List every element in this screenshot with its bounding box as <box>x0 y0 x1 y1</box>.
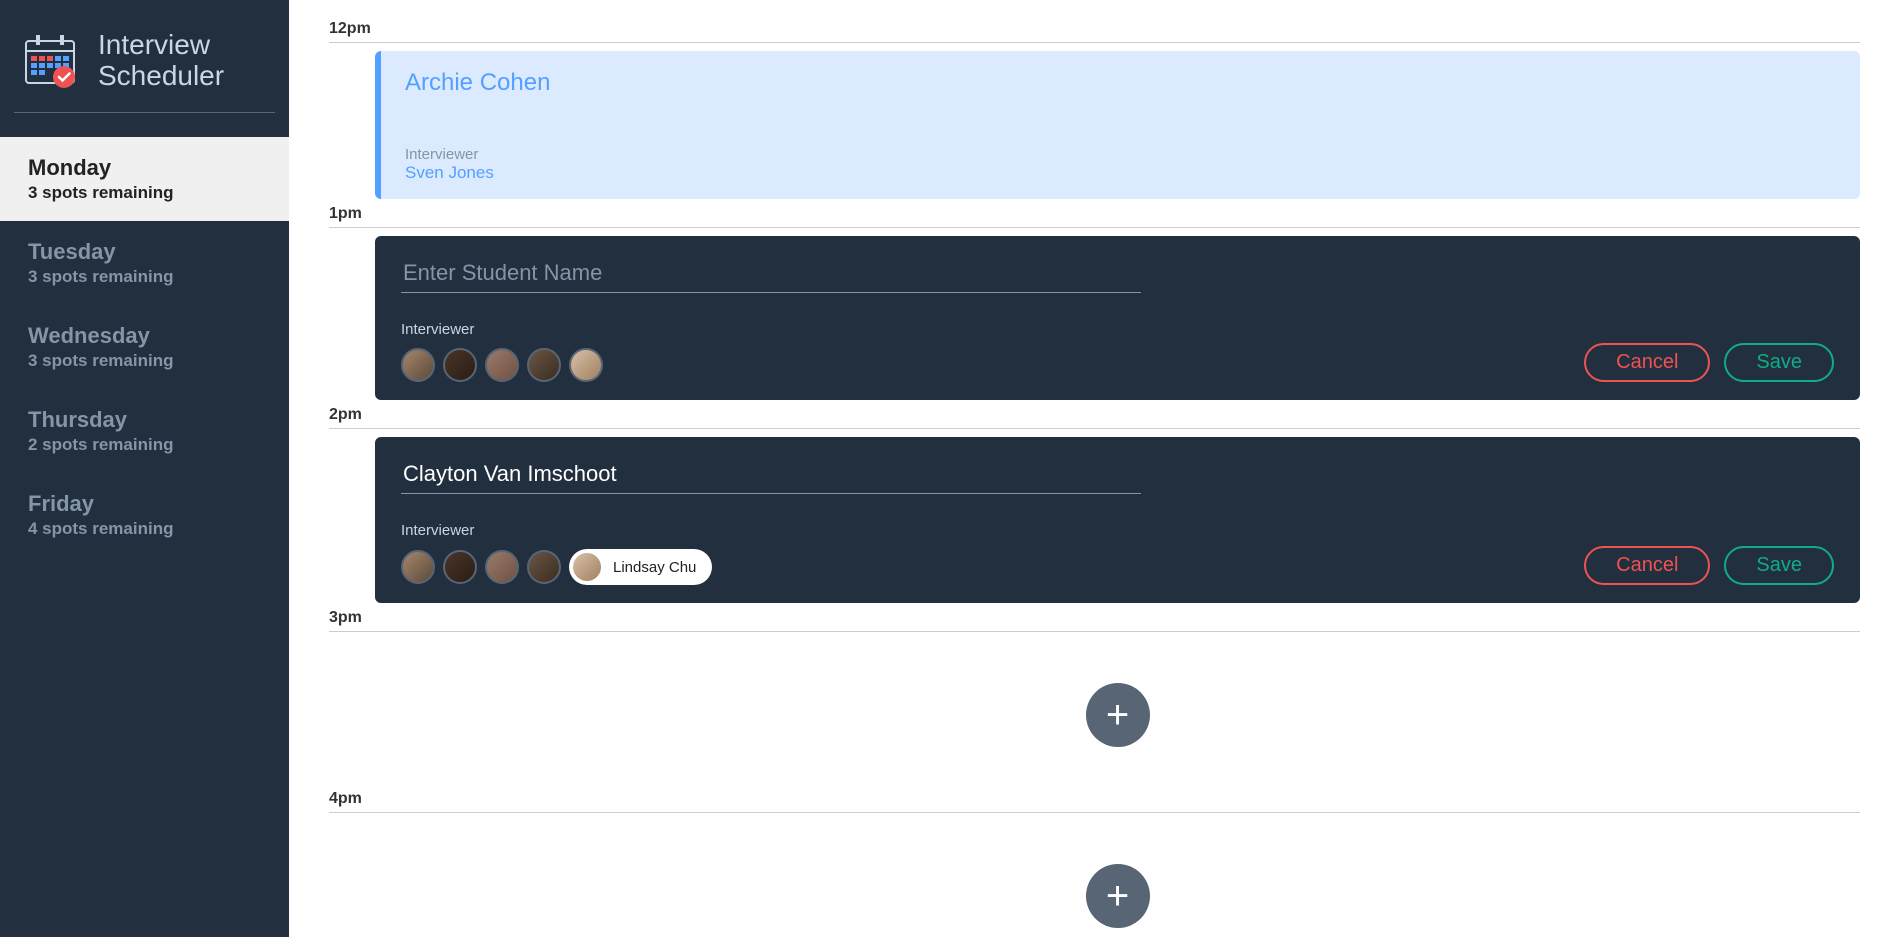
student-name-input[interactable] <box>401 256 1141 293</box>
slot-separator <box>329 428 1860 429</box>
day-item-monday[interactable]: Monday 3 spots remaining <box>0 137 289 221</box>
time-label: 4pm <box>329 790 1860 808</box>
appointment-card-form: Interviewer Lindsay Chu Cancel Save <box>375 437 1860 603</box>
student-name-input[interactable] <box>401 457 1141 494</box>
appointment-card-show[interactable]: Archie Cohen Interviewer Sven Jones <box>375 51 1860 199</box>
plus-icon: + <box>1106 693 1129 738</box>
day-item-thursday[interactable]: Thursday 2 spots remaining <box>0 389 289 473</box>
appointment-card-form: Interviewer Cancel Save <box>375 236 1860 400</box>
sidebar-header: Interview Scheduler <box>0 0 289 112</box>
slot-separator <box>329 227 1860 228</box>
cancel-button[interactable]: Cancel <box>1584 546 1710 585</box>
app-title: Interview Scheduler <box>98 30 224 92</box>
interviewer-avatar[interactable] <box>527 348 561 382</box>
day-list: Monday 3 spots remaining Tuesday 3 spots… <box>0 137 289 557</box>
student-name: Archie Cohen <box>405 69 1836 97</box>
slot-separator <box>329 812 1860 813</box>
interviewer-name: Sven Jones <box>405 163 1836 183</box>
interviewer-list <box>401 348 1141 382</box>
day-item-tuesday[interactable]: Tuesday 3 spots remaining <box>0 221 289 305</box>
slot-separator <box>329 42 1860 43</box>
day-spots: 3 spots remaining <box>28 351 261 371</box>
day-spots: 3 spots remaining <box>28 183 261 203</box>
schedule: 12pm Archie Cohen Interviewer Sven Jones… <box>289 0 1900 937</box>
calendar-check-icon <box>20 31 80 91</box>
day-spots: 3 spots remaining <box>28 267 261 287</box>
day-name: Wednesday <box>28 323 261 349</box>
interviewer-label: Interviewer <box>401 522 1141 539</box>
interviewer-avatar[interactable] <box>485 348 519 382</box>
day-name: Monday <box>28 155 261 181</box>
app-title-line1: Interview <box>98 30 224 61</box>
time-label: 2pm <box>329 406 1860 424</box>
time-label: 3pm <box>329 609 1860 627</box>
plus-icon: + <box>1106 874 1129 919</box>
day-name: Tuesday <box>28 239 261 265</box>
interviewer-label: Interviewer <box>401 321 1141 338</box>
app-title-line2: Scheduler <box>98 61 224 92</box>
day-item-friday[interactable]: Friday 4 spots remaining <box>0 473 289 557</box>
slot-2pm: 2pm Interviewer Lindsay Chu Cancel <box>329 406 1860 603</box>
selected-interviewer-name: Lindsay Chu <box>613 559 696 576</box>
sidebar: Interview Scheduler Monday 3 spots remai… <box>0 0 289 937</box>
time-label: 1pm <box>329 205 1860 223</box>
interviewer-list: Lindsay Chu <box>401 549 1141 585</box>
slot-separator <box>329 631 1860 632</box>
cancel-button[interactable]: Cancel <box>1584 343 1710 382</box>
interviewer-avatar[interactable] <box>569 348 603 382</box>
interviewer-avatar[interactable] <box>443 348 477 382</box>
interviewer-avatar[interactable] <box>401 550 435 584</box>
save-button[interactable]: Save <box>1724 546 1834 585</box>
interviewer-avatar[interactable] <box>485 550 519 584</box>
slot-3pm: 3pm + <box>329 609 1860 790</box>
day-spots: 2 spots remaining <box>28 435 261 455</box>
sidebar-divider <box>14 112 275 113</box>
appointment-card-empty: + <box>375 640 1860 790</box>
day-name: Thursday <box>28 407 261 433</box>
appointment-card-empty: + <box>375 821 1860 937</box>
interviewer-avatar <box>571 551 603 583</box>
interviewer-label: Interviewer <box>405 146 1836 163</box>
day-item-wednesday[interactable]: Wednesday 3 spots remaining <box>0 305 289 389</box>
add-appointment-button[interactable]: + <box>1086 864 1150 928</box>
interviewer-avatar[interactable] <box>401 348 435 382</box>
slot-12pm: 12pm Archie Cohen Interviewer Sven Jones <box>329 20 1860 199</box>
save-button[interactable]: Save <box>1724 343 1834 382</box>
interviewer-avatar[interactable] <box>443 550 477 584</box>
day-spots: 4 spots remaining <box>28 519 261 539</box>
time-label: 12pm <box>329 20 1860 38</box>
interviewer-avatar[interactable] <box>527 550 561 584</box>
add-appointment-button[interactable]: + <box>1086 683 1150 747</box>
slot-1pm: 1pm Interviewer Cancel Save <box>329 205 1860 400</box>
day-name: Friday <box>28 491 261 517</box>
interviewer-selected-pill[interactable]: Lindsay Chu <box>569 549 712 585</box>
slot-4pm: 4pm + <box>329 790 1860 937</box>
